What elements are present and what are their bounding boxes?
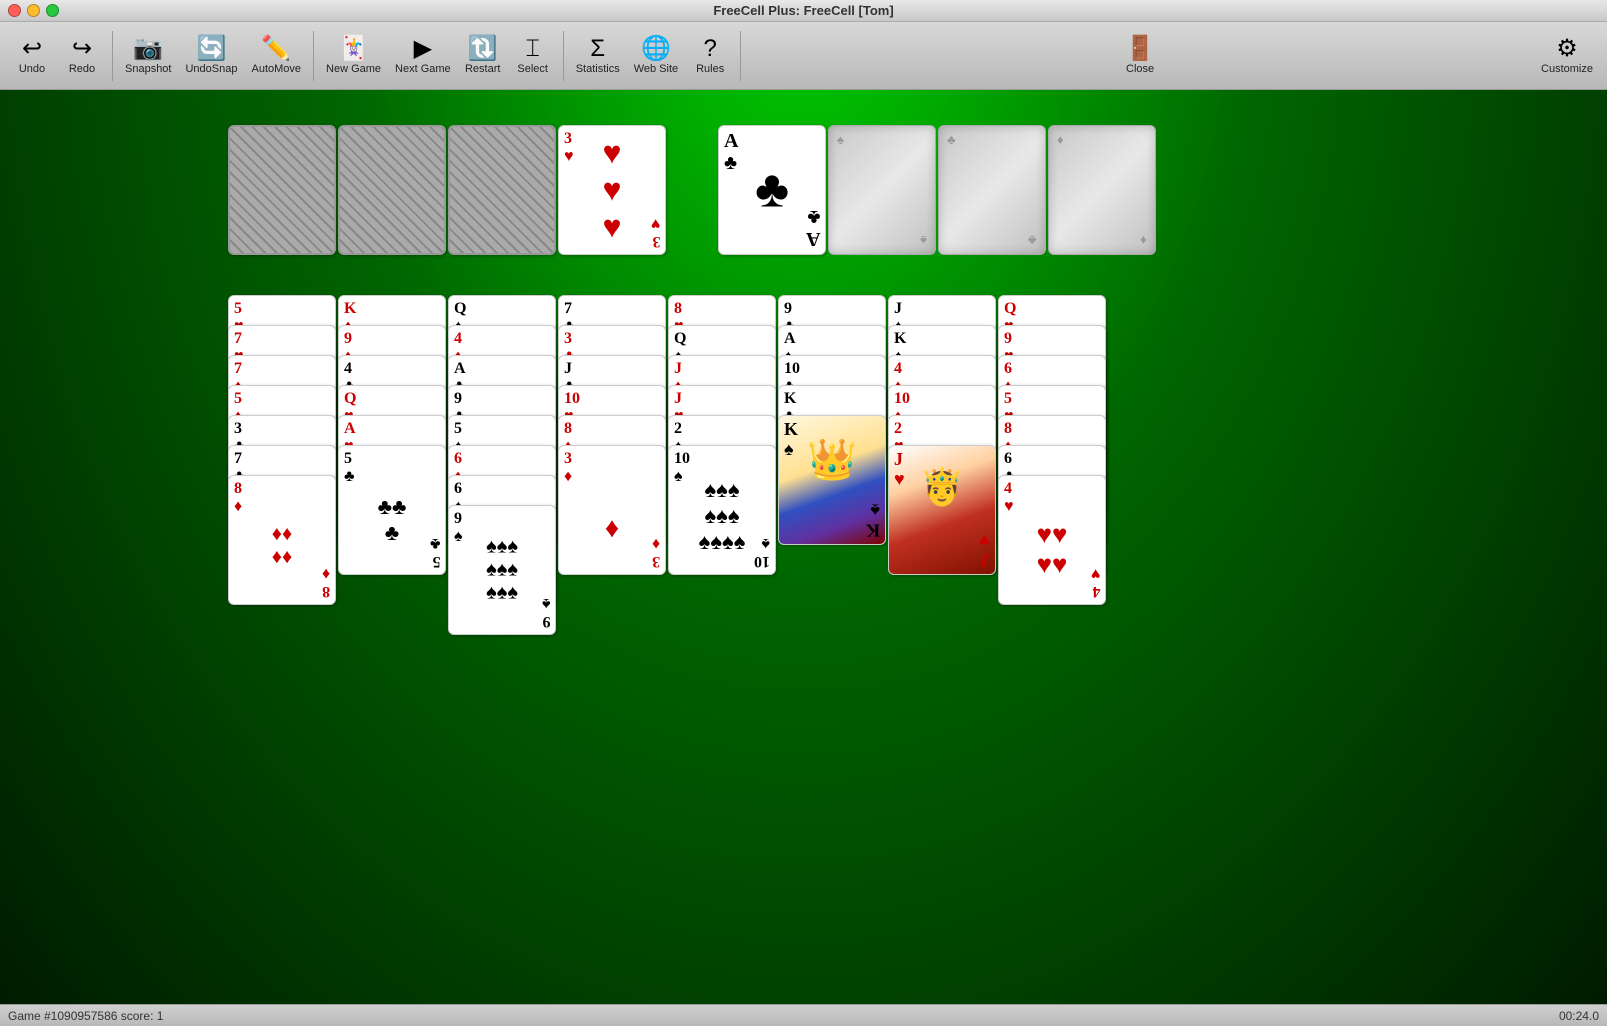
nextgame-label: Next Game xyxy=(395,63,451,75)
card-rank-top: 3♥ xyxy=(564,130,574,165)
close-label: Close xyxy=(1126,63,1154,75)
redo-icon: ↪ xyxy=(72,37,92,61)
redo-button[interactable]: ↪ Redo xyxy=(58,27,106,85)
status-bar: Game #1090957586 score: 1 00:24.0 xyxy=(0,1004,1607,1026)
toolbar-separator-4 xyxy=(740,31,741,81)
automove-button[interactable]: ✏️ AutoMove xyxy=(245,27,307,85)
snapshot-button[interactable]: 📷 Snapshot xyxy=(119,27,177,85)
card-rank-bottom: 3♥ xyxy=(651,215,661,250)
close-button[interactable]: 🚪 Close xyxy=(1116,27,1164,85)
statistics-label: Statistics xyxy=(576,63,620,75)
statistics-icon: Σ xyxy=(590,37,605,61)
undosnap-icon: 🔄 xyxy=(197,37,227,61)
card-Js-illus[interactable]: J♥ 🤴 J♥ xyxy=(888,445,996,575)
freecell-4-card[interactable]: 3♥ ♥♥♥ 3♥ xyxy=(558,125,666,255)
card-3d-b[interactable]: 3♦ ♦ 3♦ xyxy=(558,445,666,575)
customize-label: Customize xyxy=(1541,63,1593,75)
foundation-4-empty[interactable]: ♦ ♦ xyxy=(1048,125,1156,255)
rules-label: Rules xyxy=(696,63,724,75)
card-rank-top: A♣ xyxy=(724,130,738,174)
undosnap-button[interactable]: 🔄 UndoSnap xyxy=(179,27,243,85)
freecell-3[interactable] xyxy=(448,125,556,255)
window-controls[interactable] xyxy=(8,4,59,17)
statistics-button[interactable]: Σ Statistics xyxy=(570,27,626,85)
website-icon: 🌐 xyxy=(641,37,671,61)
card-9s[interactable]: 9♠ ♠♠♠♠♠♠♠♠♠ 9♠ xyxy=(448,505,556,635)
card-center-suit: ♣ xyxy=(755,161,789,220)
toolbar: ↩ Undo ↪ Redo 📷 Snapshot 🔄 UndoSnap ✏️ A… xyxy=(0,22,1607,90)
card-10s[interactable]: 10♠ ♠♠♠♠♠♠♠♠♠♠ 10♠ xyxy=(668,445,776,575)
card-4h[interactable]: 4♥ ♥♥♥♥ 4♥ xyxy=(998,475,1106,605)
card-Ks[interactable]: K♠ 👑 K♠ xyxy=(778,415,886,545)
window-title: FreeCell Plus: FreeCell [Tom] xyxy=(713,3,893,18)
customize-icon: ⚙ xyxy=(1556,37,1578,61)
automove-icon: ✏️ xyxy=(261,37,291,61)
snapshot-label: Snapshot xyxy=(125,63,171,75)
nextgame-button[interactable]: ▶ Next Game xyxy=(389,27,457,85)
game-info: Game #1090957586 score: 1 xyxy=(8,1009,163,1023)
toolbar-separator-2 xyxy=(313,31,314,81)
minimize-window-button[interactable] xyxy=(27,4,40,17)
newgame-button[interactable]: 🃏 New Game xyxy=(320,27,387,85)
select-label: Select xyxy=(517,63,548,75)
restart-label: Restart xyxy=(465,63,500,75)
snapshot-icon: 📷 xyxy=(133,37,163,61)
foundation-1-card[interactable]: A♣ ♣ A♣ xyxy=(718,125,826,255)
freecell-1[interactable] xyxy=(228,125,336,255)
card-5c[interactable]: 5♣ ♣♣♣ 5♣ xyxy=(338,445,446,575)
redo-label: Redo xyxy=(69,63,95,75)
close-icon: 🚪 xyxy=(1125,37,1155,61)
toolbar-separator-3 xyxy=(563,31,564,81)
website-label: Web Site xyxy=(634,63,678,75)
undo-label: Undo xyxy=(19,63,45,75)
close-window-button[interactable] xyxy=(8,4,21,17)
title-bar: FreeCell Plus: FreeCell [Tom] xyxy=(0,0,1607,22)
newgame-icon: 🃏 xyxy=(339,37,369,61)
undosnap-label: UndoSnap xyxy=(185,63,237,75)
undo-icon: ↩ xyxy=(22,37,42,61)
maximize-window-button[interactable] xyxy=(46,4,59,17)
freecell-2[interactable] xyxy=(338,125,446,255)
website-button[interactable]: 🌐 Web Site xyxy=(628,27,684,85)
select-button[interactable]: ⌶ Select xyxy=(509,27,557,85)
select-icon: ⌶ xyxy=(525,37,539,61)
newgame-label: New Game xyxy=(326,63,381,75)
customize-button[interactable]: ⚙ Customize xyxy=(1535,27,1599,85)
rules-icon: ? xyxy=(703,37,716,61)
rules-button[interactable]: ? Rules xyxy=(686,27,734,85)
foundation-2-empty[interactable]: ♠ ♠ xyxy=(828,125,936,255)
game-timer: 00:24.0 xyxy=(1559,1009,1599,1023)
toolbar-separator-1 xyxy=(112,31,113,81)
automove-label: AutoMove xyxy=(251,63,301,75)
card-rank-bottom: A♣ xyxy=(806,206,820,250)
restart-button[interactable]: 🔃 Restart xyxy=(459,27,507,85)
restart-icon: 🔃 xyxy=(468,37,498,61)
game-area: 3♥ ♥♥♥ 3♥ A♣ ♣ A♣ ♠ ♠ ♣ ♣ ♦ ♦ 5♥ ♥♥♥♥♥ 5… xyxy=(0,90,1607,1026)
card-center-suit: ♥♥♥ xyxy=(603,135,622,246)
foundation-3-empty[interactable]: ♣ ♣ xyxy=(938,125,1046,255)
nextgame-icon: ▶ xyxy=(414,37,432,61)
undo-button[interactable]: ↩ Undo xyxy=(8,27,56,85)
card-8d[interactable]: 8♦ ♦♦♦♦ 8♦ xyxy=(228,475,336,605)
